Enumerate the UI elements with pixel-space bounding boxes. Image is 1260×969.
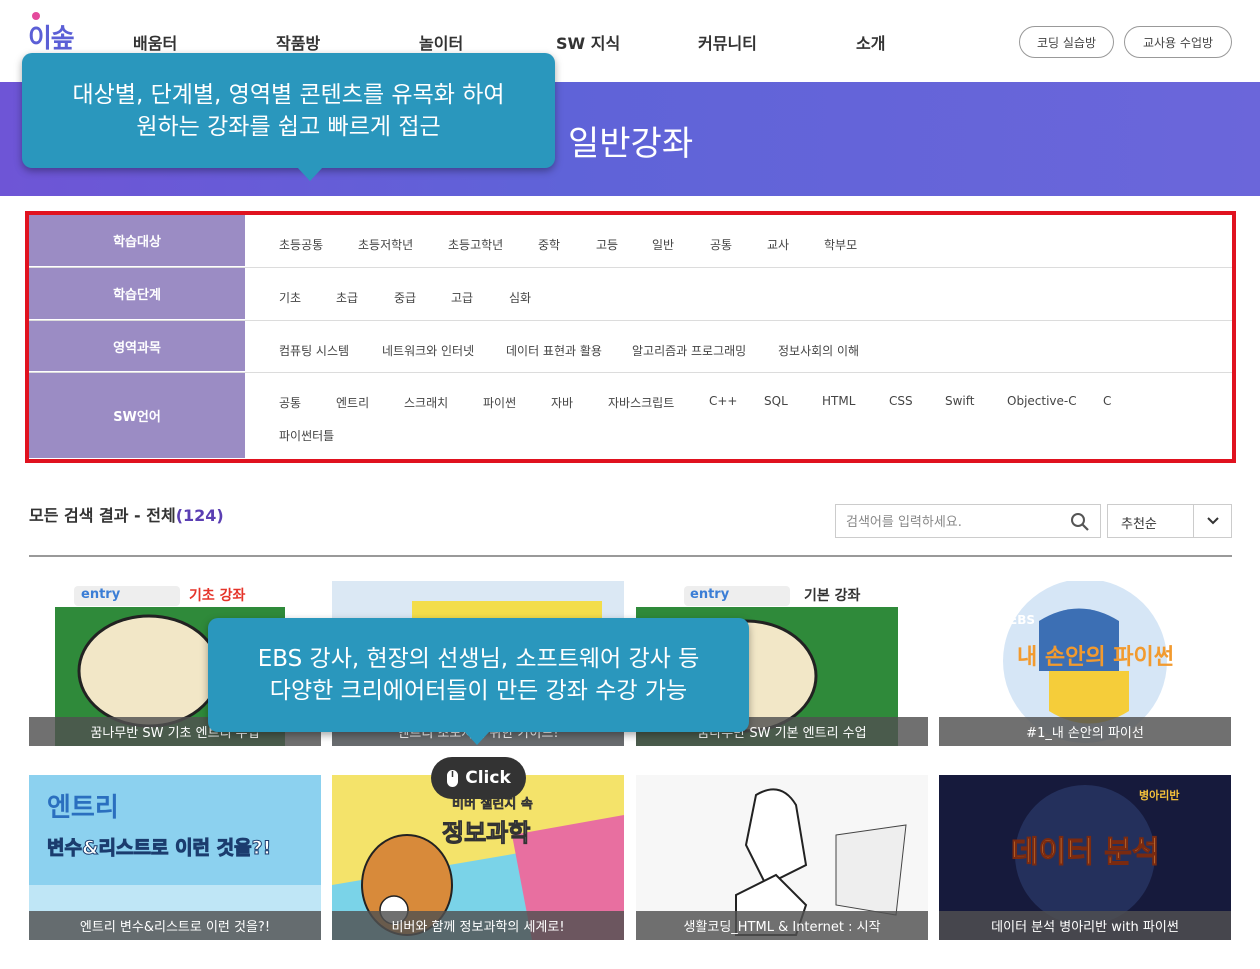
filter-option[interactable]: 공통 <box>710 236 732 253</box>
filter-option[interactable]: 엔트리 <box>336 394 369 411</box>
filter-option[interactable]: 중급 <box>394 289 416 306</box>
thumb-tag: 기본 강좌 <box>804 588 861 604</box>
course-card[interactable]: 엔트리 변수&리스트로 이런 것을?! 엔트리 변수&리스트로 이런 것을?! <box>29 775 321 940</box>
filter-option[interactable]: C <box>1103 394 1111 408</box>
thumb-tag: 병아리반 <box>1139 789 1180 802</box>
click-indicator: Click <box>431 757 526 799</box>
filter-option[interactable]: 공통 <box>279 394 301 411</box>
filter-option[interactable]: 심화 <box>509 289 531 306</box>
filter-option[interactable]: 초등저학년 <box>358 236 413 253</box>
results-label: 모든 검색 결과 - 전체 <box>29 506 176 525</box>
filter-option[interactable]: 데이터 표현과 활용 <box>506 342 602 359</box>
thumb-tag: 기초 강좌 <box>189 588 246 604</box>
site-logo[interactable]: 이솦 <box>28 12 75 55</box>
course-title: 데이터 분석 병아리반 with 파이썬 <box>939 911 1231 940</box>
filter-option[interactable]: Swift <box>945 394 974 408</box>
nav-sw-knowledge[interactable]: SW 지식 <box>556 30 620 54</box>
search-box <box>835 504 1101 538</box>
filter-row-target: 학습대상 초등공통 초등저학년 초등고학년 중학 고등 일반 공통 교사 학부모 <box>29 215 1232 268</box>
course-card-selected[interactable]: 비버 챌린지 속 정보과학 비버와 함께 정보과학의 세계로! <box>332 775 624 940</box>
thumb-word: 데이터 분석 <box>1010 835 1160 871</box>
results-heading: 모든 검색 결과 - 전체(124) <box>29 502 224 526</box>
filter-row-language: SW언어 공통 엔트리 스크래치 파이썬 자바 자바스크립트 C++ SQL H… <box>29 373 1232 459</box>
filter-option[interactable]: HTML <box>822 394 855 408</box>
filter-option[interactable]: 컴퓨팅 시스템 <box>279 342 349 359</box>
sort-select[interactable]: 추천순 <box>1107 504 1232 538</box>
callout-line: EBS 강사, 현장의 선생님, 소프트웨어 강사 등 <box>257 646 700 672</box>
nav-noriteo[interactable]: 놀이터 <box>419 30 463 54</box>
filter-option[interactable]: 스크래치 <box>404 394 448 411</box>
filter-option[interactable]: Objective-C <box>1007 394 1077 408</box>
sort-value: 추천순 <box>1121 517 1157 532</box>
filter-option[interactable]: 자바 <box>551 394 573 411</box>
thumb-word: 정보과학 <box>441 819 531 848</box>
filter-option[interactable]: CSS <box>889 394 913 408</box>
filter-row-subject: 영역과목 컴퓨팅 시스템 네트워크와 인터넷 데이터 표현과 활용 알고리즘과 … <box>29 321 1232 373</box>
filter-label: 학습대상 <box>29 215 245 267</box>
click-label: Click <box>465 768 511 788</box>
filter-option[interactable]: 파이썬터틀 <box>279 427 334 444</box>
filter-panel: 학습대상 초등공통 초등저학년 초등고학년 중학 고등 일반 공통 교사 학부모… <box>25 211 1236 463</box>
course-card[interactable]: 병아리반 데이터 분석 데이터 분석 병아리반 with 파이썬 <box>939 775 1231 940</box>
filter-option[interactable]: 알고리즘과 프로그래밍 <box>632 342 746 359</box>
course-card[interactable]: EBS 내 손안의 파이썬 #1_내 손안의 파이선 <box>939 581 1231 746</box>
thumb-word: 내 손안의 파이썬 <box>1017 645 1174 670</box>
thumb-word: entry <box>81 587 121 602</box>
results-count: (124) <box>175 506 224 525</box>
thumb-tag: 엔트리 <box>47 793 119 823</box>
filter-option[interactable]: 교사 <box>767 236 789 253</box>
filter-option[interactable]: 파이썬 <box>483 394 516 411</box>
filter-option[interactable]: SQL <box>764 394 788 408</box>
course-title: 엔트리 변수&리스트로 이런 것을?! <box>29 911 321 940</box>
nav-baeumteo[interactable]: 배움터 <box>133 30 177 54</box>
filter-option[interactable]: 중학 <box>538 236 560 253</box>
filter-label: SW언어 <box>29 373 245 459</box>
filter-option[interactable]: 고등 <box>596 236 618 253</box>
coding-lab-button[interactable]: 코딩 실습방 <box>1019 26 1114 58</box>
filter-option[interactable]: 일반 <box>652 236 674 253</box>
page: 이솦 배움터 작품방 놀이터 SW 지식 커뮤니티 소개 코딩 실습방 교사용 … <box>0 0 1260 969</box>
callout-line: 다양한 크리에어터들이 만든 강좌 수강 가능 <box>269 678 688 704</box>
thumb-word: entry <box>690 587 730 602</box>
nav-about[interactable]: 소개 <box>856 30 885 54</box>
chevron-down-icon[interactable] <box>1193 505 1231 537</box>
filter-option[interactable]: 자바스크립트 <box>608 394 674 411</box>
course-title: 생활코딩_HTML & Internet : 시작 <box>636 911 928 940</box>
filter-option[interactable]: 네트워크와 인터넷 <box>382 342 474 359</box>
filter-option[interactable]: 기초 <box>279 289 301 306</box>
callout-line: 원하는 강좌를 쉽고 빠르게 접근 <box>136 113 441 140</box>
course-card[interactable]: 생활코딩_HTML & Internet : 시작 <box>636 775 928 940</box>
teacher-class-button[interactable]: 교사용 수업방 <box>1124 26 1232 58</box>
filter-label: 학습단계 <box>29 268 245 320</box>
filter-option[interactable]: 학부모 <box>824 236 857 253</box>
mouse-icon <box>447 769 459 787</box>
filter-option[interactable]: 정보사회의 이해 <box>778 342 859 359</box>
search-icon[interactable] <box>1070 512 1090 532</box>
filter-option[interactable]: C++ <box>709 394 738 408</box>
filter-option[interactable]: 초등공통 <box>279 236 323 253</box>
thumb-word: 변수&리스트로 이런 것을?! <box>46 837 272 860</box>
filter-option[interactable]: 초급 <box>336 289 358 306</box>
course-title: 비버와 함께 정보과학의 세계로! <box>332 911 624 940</box>
filter-option[interactable]: 고급 <box>451 289 473 306</box>
nav-community[interactable]: 커뮤니티 <box>698 30 757 54</box>
page-title: 일반강좌 <box>568 124 694 164</box>
callout-line: 대상별, 단계별, 영역별 콘텐츠를 유목화 하여 <box>72 81 505 108</box>
course-title: #1_내 손안의 파이선 <box>939 717 1231 746</box>
divider <box>29 555 1232 557</box>
filter-row-level: 학습단계 기초 초급 중급 고급 심화 <box>29 268 1232 321</box>
nav-jakpumbang[interactable]: 작품방 <box>276 30 320 54</box>
search-input[interactable] <box>846 512 1066 532</box>
feature-callout-creators: EBS 강사, 현장의 선생님, 소프트웨어 강사 등 다양한 크리에어터들이 … <box>208 618 749 745</box>
feature-callout-categories: 대상별, 단계별, 영역별 콘텐츠를 유목화 하여 원하는 강좌를 쉽고 빠르게… <box>22 53 555 181</box>
thumb-tag: EBS <box>1009 613 1035 627</box>
filter-label: 영역과목 <box>29 321 245 372</box>
filter-option[interactable]: 초등고학년 <box>448 236 503 253</box>
